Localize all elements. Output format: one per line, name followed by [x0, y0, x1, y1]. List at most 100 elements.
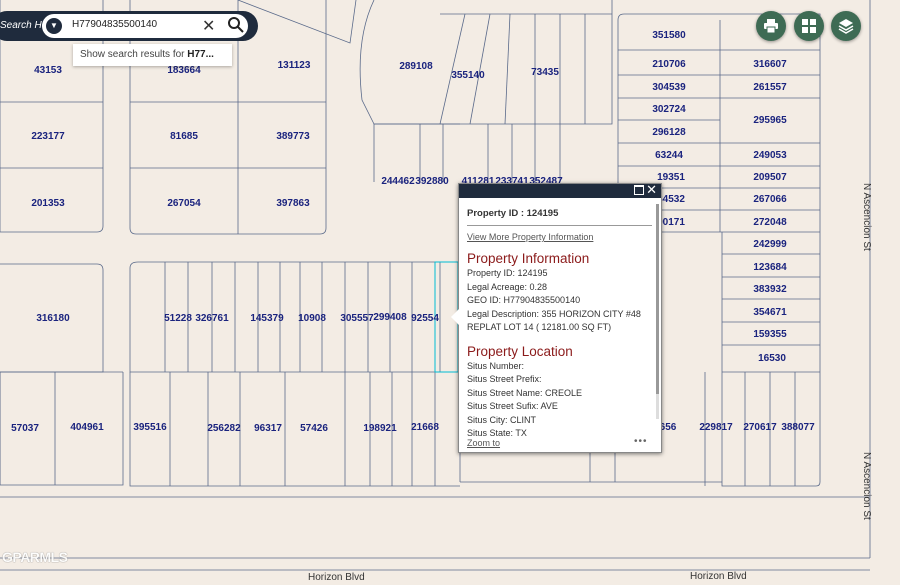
parcel-label[interactable]: 210706: [652, 59, 686, 70]
more-menu-icon[interactable]: •••: [634, 436, 648, 447]
parcel-label[interactable]: 302724: [652, 104, 686, 115]
location-row: Situs State: TX: [467, 428, 527, 436]
location-rows: Situs Number: Situs Street Prefix: Situs S…: [467, 360, 652, 437]
property-popup: ✕ Property ID : 124195 View More Propert…: [451, 182, 662, 453]
info-heading: Property Information: [467, 251, 590, 266]
parcel-label[interactable]: 295965: [753, 115, 787, 126]
parcel-label[interactable]: 92554: [411, 313, 439, 324]
parcel-label[interactable]: 355140: [451, 70, 485, 81]
parcel-label[interactable]: 145379: [250, 313, 284, 324]
zoom-to-link[interactable]: Zoom to: [467, 438, 500, 448]
parcel-label[interactable]: 395516: [133, 422, 167, 433]
parcel-label[interactable]: 397863: [276, 198, 310, 209]
parcel-label[interactable]: 131123: [278, 60, 311, 71]
info-row: REPLAT LOT 14 ( 12181.00 SQ FT): [467, 322, 612, 332]
suggestion-prefix: Show search results for: [80, 49, 188, 60]
grid-icon: [802, 19, 816, 33]
info-row: GEO ID: H77904835500140: [467, 295, 581, 305]
layers-icon: [838, 19, 854, 34]
parcel-label[interactable]: 159355: [753, 329, 787, 340]
layers-button[interactable]: [831, 11, 861, 41]
parcel-label[interactable]: 270617: [743, 422, 777, 433]
parcel-label[interactable]: 81685: [170, 131, 198, 142]
search-widget: Search Here: ▼ ✕: [0, 11, 258, 41]
road-label-horizon-2: Horizon Blvd: [690, 571, 747, 582]
parcel-label[interactable]: 57426: [300, 423, 328, 434]
popup-content[interactable]: Property ID : 124195 View More Property …: [467, 208, 652, 436]
location-row: Situs Number:: [467, 360, 525, 371]
info-rows: Property ID: 124195 Legal Acreage: 0.28 GE…: [467, 267, 652, 335]
parcel-label[interactable]: 209507: [753, 172, 787, 183]
popup-scrollbar[interactable]: [656, 204, 659, 419]
popup-property-id: Property ID : 124195: [467, 208, 652, 226]
location-row: Situs Street Prefix:: [467, 374, 542, 384]
location-row: Situs City: CLINT: [467, 414, 537, 425]
parcel-label[interactable]: 16530: [758, 353, 786, 364]
parcel-label[interactable]: 223177: [31, 131, 65, 142]
search-icon[interactable]: [226, 15, 246, 35]
parcel-label[interactable]: 57037: [11, 423, 39, 434]
parcel-label[interactable]: 63244: [655, 150, 683, 161]
parcel-label[interactable]: 19351: [657, 172, 685, 183]
parcel-label[interactable]: 261557: [753, 82, 787, 93]
parcel-label[interactable]: 96317: [254, 423, 282, 434]
info-row: Legal Description: 355 HORIZON CITY #48: [467, 308, 641, 319]
info-row: Property ID: 124195: [467, 268, 548, 278]
parcel-label[interactable]: 304539: [652, 82, 686, 93]
parcel-label[interactable]: 229817: [699, 422, 733, 433]
parcel-label[interactable]: 296128: [652, 127, 686, 138]
print-icon: [764, 19, 778, 34]
close-icon[interactable]: ✕: [202, 16, 215, 36]
parcel-label[interactable]: 21668: [411, 422, 439, 433]
parcel-label[interactable]: 10908: [298, 313, 326, 324]
parcel-label[interactable]: 256282: [207, 423, 241, 434]
location-row: Situs Street Name: CREOLE: [467, 387, 583, 398]
parcel-label[interactable]: 316607: [753, 59, 787, 70]
scroll-thumb[interactable]: [656, 204, 659, 394]
info-row: Legal Acreage: 0.28: [467, 281, 548, 292]
parcel-label[interactable]: 73435: [531, 67, 559, 78]
parcel-label[interactable]: 198921: [363, 423, 397, 434]
parcel-label[interactable]: 316180: [36, 313, 70, 324]
parcel-label[interactable]: 272048: [753, 217, 787, 228]
parcel-label[interactable]: 242999: [753, 239, 787, 250]
parcel-label[interactable]: 249053: [753, 150, 787, 161]
parcel-label[interactable]: 354671: [753, 307, 787, 318]
parcel-label[interactable]: 388077: [781, 422, 815, 433]
parcel-label[interactable]: 389773: [276, 131, 310, 142]
close-icon[interactable]: ✕: [646, 182, 657, 198]
parcel-label[interactable]: 201353: [31, 198, 65, 209]
location-heading: Property Location: [467, 343, 573, 359]
road-label-ascencion-2: N Ascencion St: [861, 452, 872, 520]
search-suggestion[interactable]: Show search results for H77...: [73, 44, 232, 66]
view-more-link[interactable]: View More Property Information: [467, 232, 652, 242]
popup-titlebar: ✕: [459, 182, 661, 198]
suggestion-term: H77...: [187, 49, 214, 60]
parcel-label[interactable]: 43153: [34, 65, 62, 76]
parcel-label[interactable]: 244462: [381, 176, 415, 187]
gparmls-logo: GPARMLS: [2, 549, 68, 565]
parcel-label[interactable]: 305557: [340, 313, 374, 324]
parcel-label[interactable]: 289108: [399, 61, 433, 72]
parcel-label[interactable]: 392880: [415, 176, 449, 187]
parcel-label[interactable]: 183664: [167, 65, 201, 76]
parcel-map[interactable]: 43153 183664 131123 289108 355140 73435 351580…: [0, 0, 900, 585]
basemap-button[interactable]: [794, 11, 824, 41]
print-button[interactable]: [756, 11, 786, 41]
parcel-label[interactable]: 267066: [753, 194, 787, 205]
parcel-label[interactable]: 383932: [753, 284, 787, 295]
parcel-label[interactable]: 351580: [652, 30, 686, 41]
parcel-label[interactable]: 326761: [195, 313, 229, 324]
parcel-label[interactable]: 51228: [164, 313, 192, 324]
maximize-icon[interactable]: [634, 185, 644, 195]
chevron-down-icon[interactable]: ▼: [46, 18, 62, 34]
parcel-label[interactable]: 656: [660, 422, 677, 433]
parcel-label[interactable]: 404961: [70, 422, 104, 433]
parcel-label[interactable]: 267054: [167, 198, 201, 209]
road-label-horizon-1: Horizon Blvd: [308, 572, 365, 583]
search-input[interactable]: [72, 19, 192, 30]
road-label-ascencion-1: N Ascencion St: [861, 183, 872, 251]
parcel-label[interactable]: 123684: [753, 262, 787, 273]
search-box[interactable]: ▼ ✕: [42, 14, 248, 38]
parcel-label[interactable]: 299408: [373, 312, 407, 323]
